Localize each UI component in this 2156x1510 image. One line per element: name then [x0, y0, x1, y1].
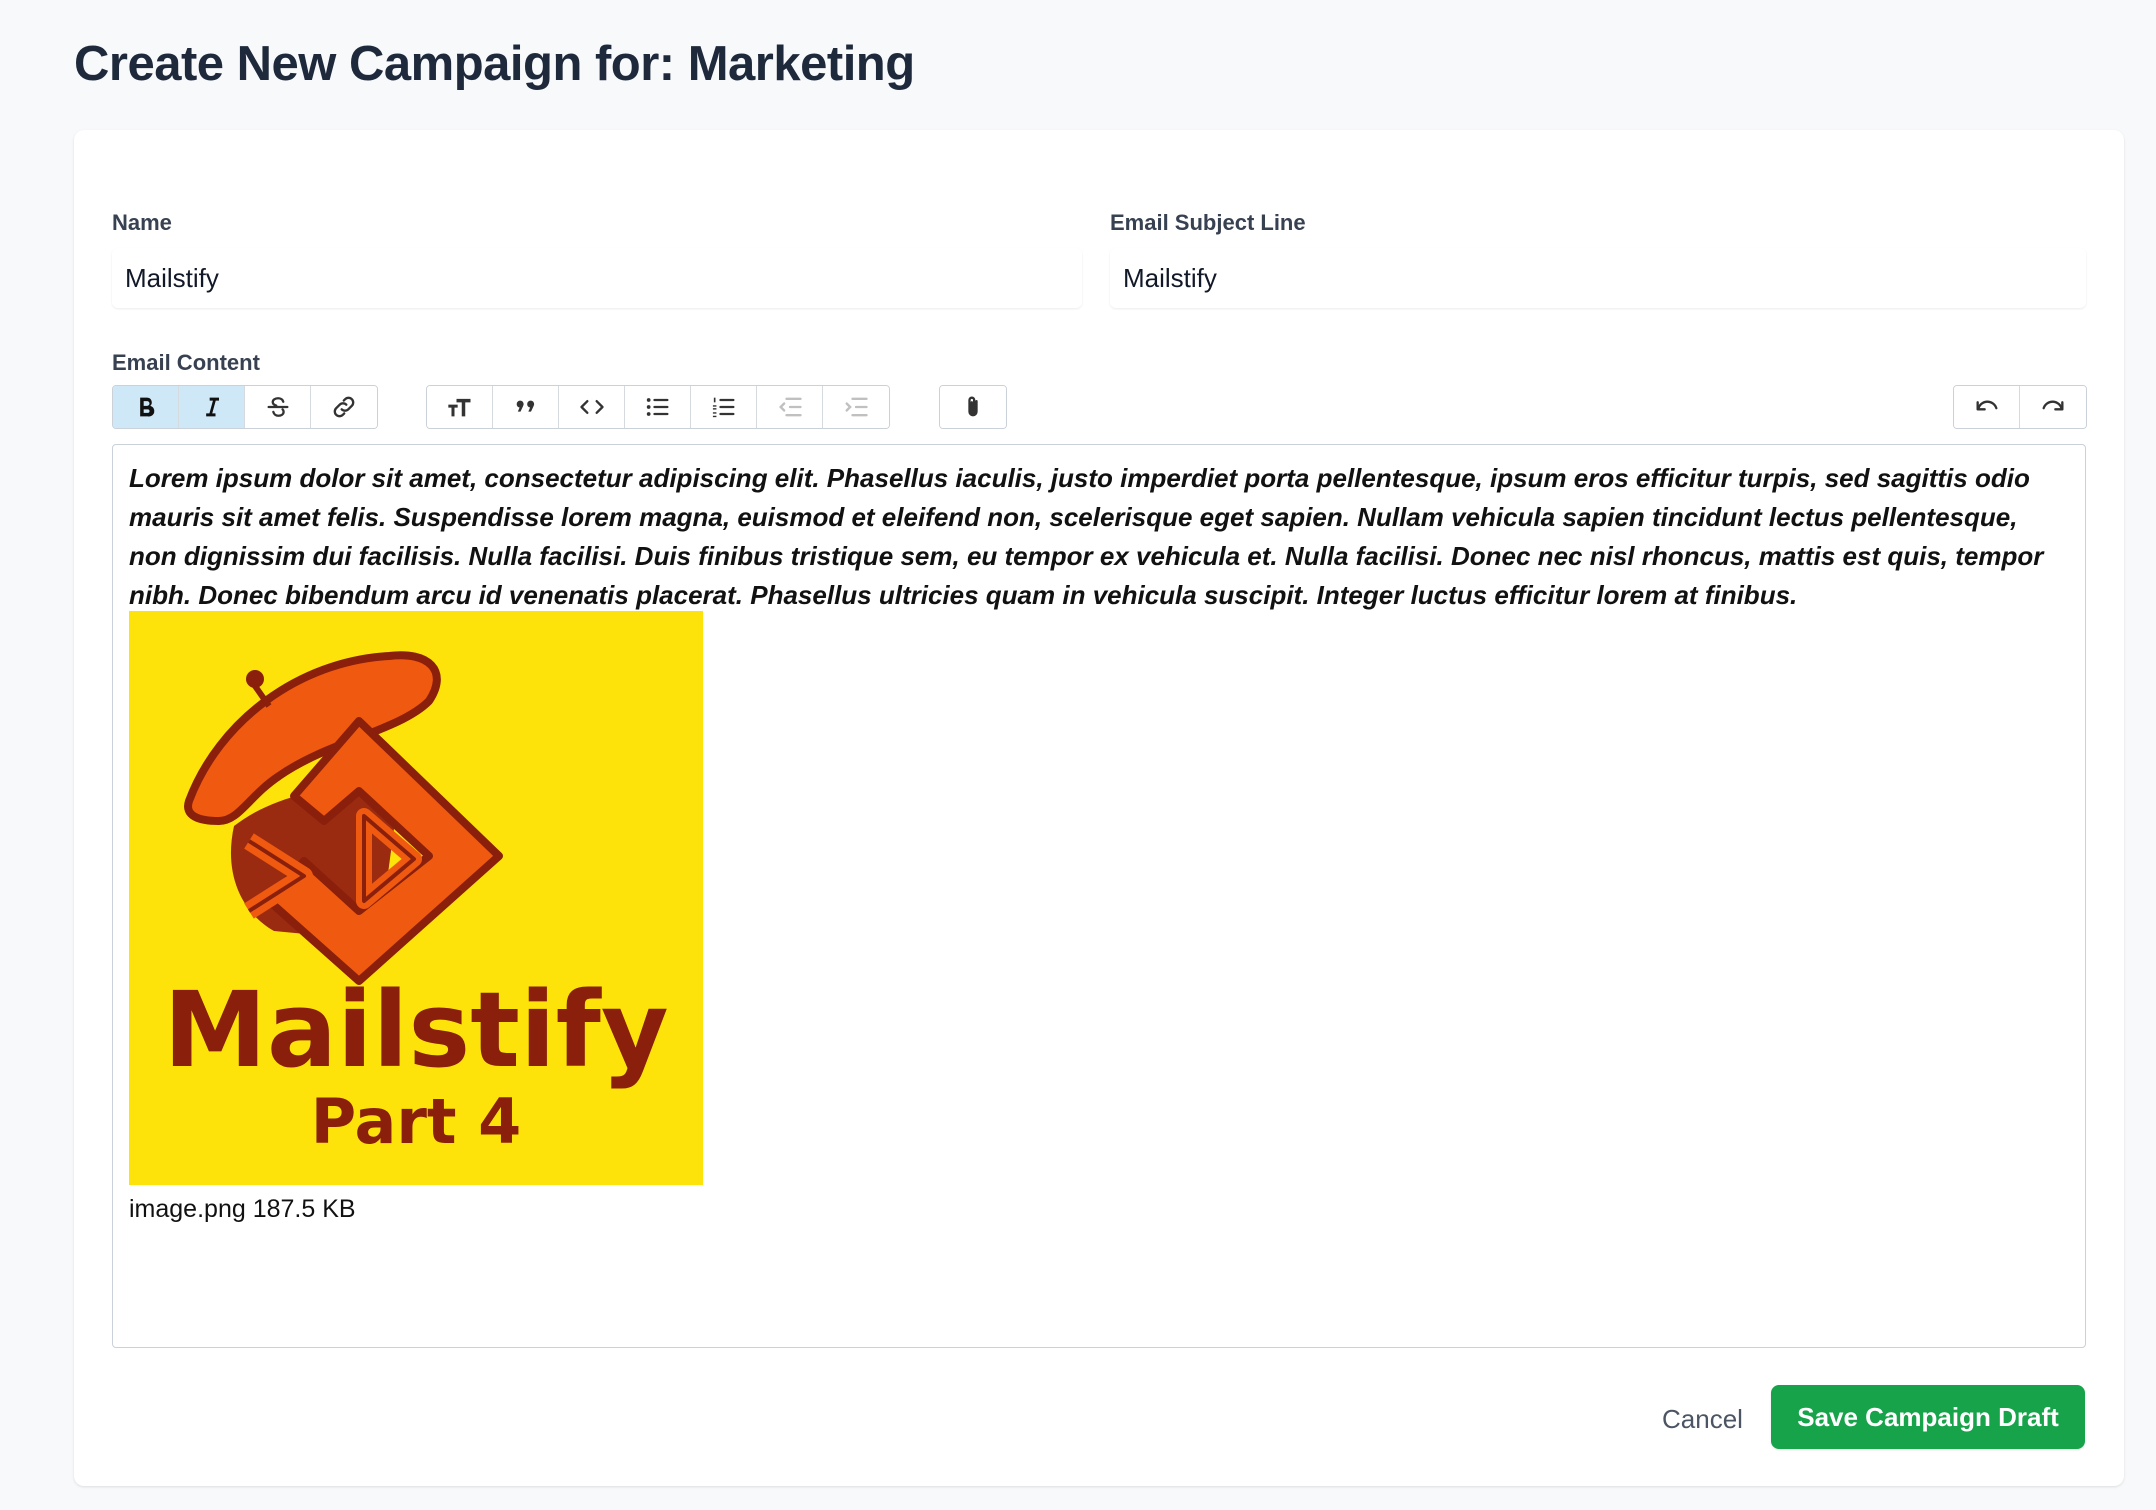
- attached-image[interactable]: Mailstify Part 4: [129, 611, 703, 1185]
- quote-button[interactable]: [493, 386, 559, 428]
- attachment-filesize: 187.5 KB: [252, 1195, 356, 1223]
- outdent-button[interactable]: [757, 386, 823, 428]
- attachment-caption: image.png 187.5 KB: [129, 1195, 356, 1224]
- email-content-label: Email Content: [112, 350, 260, 375]
- editor-body-text: Lorem ipsum dolor sit amet, consectetur …: [129, 463, 2044, 610]
- undo-icon: [1976, 400, 1997, 411]
- bullet-list-button[interactable]: [625, 386, 691, 428]
- italic-icon: [205, 397, 219, 417]
- history-toolbar-group: [1953, 385, 2087, 429]
- name-input[interactable]: [112, 248, 1082, 308]
- attach-file-button[interactable]: [940, 386, 1006, 428]
- redo-icon: [2042, 400, 2064, 411]
- block-format-toolbar-group: [426, 385, 890, 429]
- strikethrough-icon: [267, 397, 288, 417]
- mailstify-logo: Mailstify Part 4: [129, 611, 703, 1185]
- page-title: Create New Campaign for: Marketing: [74, 37, 915, 91]
- strikethrough-button[interactable]: [245, 386, 311, 428]
- outdent-icon: [778, 397, 802, 417]
- link-icon: [333, 396, 355, 418]
- indent-icon: [845, 397, 868, 417]
- numbered-list-icon: [712, 397, 734, 418]
- heading-button[interactable]: [427, 386, 493, 428]
- indent-button[interactable]: [823, 386, 889, 428]
- bullet-list-icon: [646, 398, 668, 416]
- logo-subtitle-text: Part 4: [311, 1085, 522, 1158]
- cancel-button[interactable]: Cancel: [1634, 1387, 1771, 1451]
- bold-button[interactable]: [113, 386, 179, 428]
- logo-title-text: Mailstify: [163, 969, 668, 1091]
- subject-input[interactable]: [1110, 248, 2086, 308]
- attach-toolbar-group: [939, 385, 1007, 429]
- subject-label: Email Subject Line: [1110, 210, 1306, 235]
- undo-button[interactable]: [1954, 386, 2020, 428]
- link-button[interactable]: [311, 386, 377, 428]
- italic-button[interactable]: [179, 386, 245, 428]
- code-button[interactable]: [559, 386, 625, 428]
- attachment-filename: image.png: [129, 1195, 246, 1223]
- attach-icon: [968, 396, 978, 417]
- bold-icon: [139, 397, 154, 417]
- numbered-list-button[interactable]: [691, 386, 757, 428]
- text-format-toolbar-group: [112, 385, 378, 429]
- heading-icon: [447, 398, 470, 417]
- campaign-form-card: Name Email Subject Line Email Content: [74, 130, 2124, 1486]
- quote-icon: [516, 400, 534, 412]
- email-content-editor[interactable]: Lorem ipsum dolor sit amet, consectetur …: [112, 444, 2086, 1348]
- redo-button[interactable]: [2020, 386, 2086, 428]
- code-icon: [579, 400, 604, 414]
- name-label: Name: [112, 210, 172, 235]
- save-campaign-draft-button[interactable]: Save Campaign Draft: [1771, 1385, 2085, 1449]
